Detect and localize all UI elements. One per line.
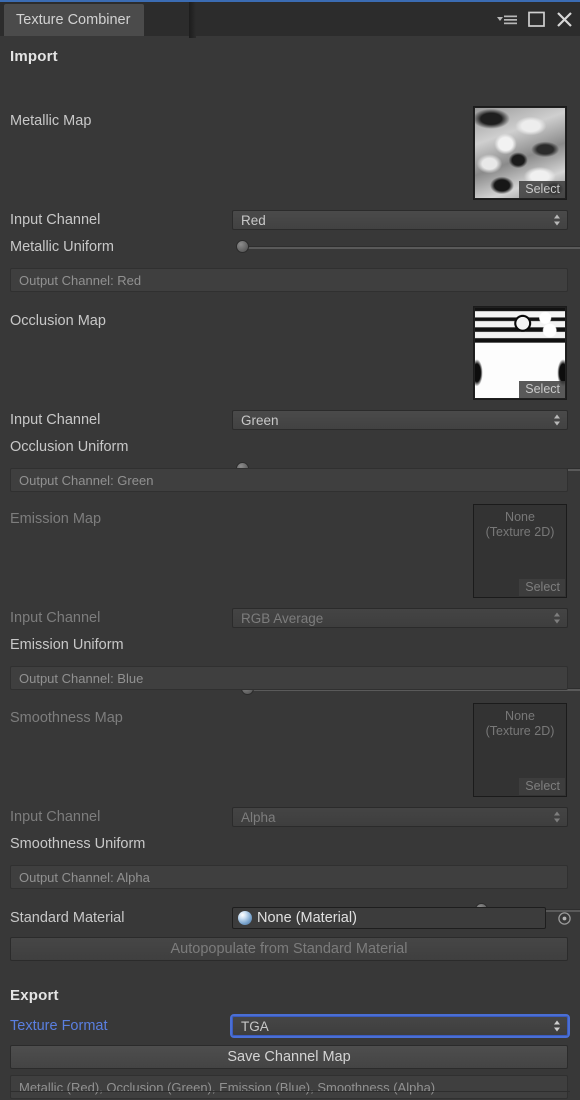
chevron-updown-icon — [553, 414, 561, 427]
slot-metallic: Metallic Map Select Input Channel Red Me… — [10, 36, 570, 58]
standard-material-value: None (Material) — [257, 910, 357, 926]
chevron-updown-icon — [553, 214, 561, 227]
texture-format-label: Texture Format — [10, 1018, 108, 1034]
occlusion-map-texture-field[interactable]: Select — [473, 306, 567, 400]
occlusion-input-channel-value: Green — [241, 413, 279, 428]
metallic-output-channel-box: Output Channel: Red — [10, 268, 568, 292]
emission-map-none-label: None(Texture 2D) — [474, 510, 566, 540]
emission-uniform-label: Emission Uniform — [10, 637, 124, 653]
emission-input-channel-value: RGB Average — [241, 611, 323, 626]
smoothness-map-label: Smoothness Map — [10, 710, 123, 726]
emission-map-texture-field[interactable]: None(Texture 2D) Select — [473, 504, 567, 598]
slot-occlusion: Occlusion Map Select Input Channel Green… — [10, 58, 570, 80]
smoothness-input-channel-label: Input Channel — [10, 809, 100, 825]
smoothness-uniform-label: Smoothness Uniform — [10, 836, 145, 852]
emission-output-channel-label: Output Channel: Blue — [19, 671, 143, 686]
standard-material-object-field[interactable]: None (Material) — [232, 907, 546, 929]
save-channel-map-label: Save Channel Map — [227, 1049, 350, 1065]
maximize-icon[interactable] — [528, 11, 545, 27]
tab-label: Texture Combiner — [16, 12, 130, 28]
smoothness-input-channel-value: Alpha — [241, 810, 276, 825]
metallic-output-channel-label: Output Channel: Red — [19, 273, 141, 288]
smoothness-map-none-label: None(Texture 2D) — [474, 709, 566, 739]
metallic-map-select-button[interactable]: Select — [519, 181, 565, 198]
tab-texture-combiner[interactable]: Texture Combiner — [4, 4, 144, 36]
export-summary-label: Metallic (Red), Occlusion (Green), Emiss… — [19, 1080, 435, 1095]
tab-shadow — [189, 2, 196, 38]
texture-format-dropdown[interactable]: TGA — [232, 1016, 568, 1036]
target-picker-icon[interactable] — [556, 910, 572, 926]
chevron-updown-icon — [553, 811, 561, 824]
titlebar-actions — [497, 2, 573, 36]
emission-map-label: Emission Map — [10, 511, 101, 527]
metallic-input-channel-dropdown[interactable]: Red — [232, 210, 568, 230]
smoothness-map-select-button[interactable]: Select — [519, 778, 565, 795]
metallic-uniform-label: Metallic Uniform — [10, 239, 114, 255]
export-summary-box: Metallic (Red), Occlusion (Green), Emiss… — [10, 1075, 568, 1099]
chevron-updown-icon — [553, 612, 561, 625]
export-section-heading: Export — [10, 987, 59, 1004]
texture-format-value: TGA — [241, 1019, 269, 1034]
occlusion-output-channel-box: Output Channel: Green — [10, 468, 568, 492]
autopopulate-button[interactable]: Autopopulate from Standard Material — [10, 937, 568, 961]
emission-output-channel-box: Output Channel: Blue — [10, 666, 568, 690]
metallic-uniform-slider[interactable] — [242, 240, 580, 254]
smoothness-map-texture-field[interactable]: None(Texture 2D) Select — [473, 703, 567, 797]
metallic-input-channel-value: Red — [241, 213, 266, 228]
emission-input-channel-dropdown[interactable]: RGB Average — [232, 608, 568, 628]
emission-map-select-button[interactable]: Select — [519, 579, 565, 596]
standard-material-label: Standard Material — [10, 910, 124, 926]
metallic-map-texture-field[interactable]: Select — [473, 106, 567, 200]
smoothness-input-channel-dropdown[interactable]: Alpha — [232, 807, 568, 827]
slot-emission: Emission Map None(Texture 2D) Select Inp… — [10, 80, 570, 102]
occlusion-input-channel-label: Input Channel — [10, 412, 100, 428]
occlusion-input-channel-dropdown[interactable]: Green — [232, 410, 568, 430]
metallic-input-channel-label: Input Channel — [10, 212, 100, 228]
slider-knob[interactable] — [236, 240, 249, 253]
occlusion-output-channel-label: Output Channel: Green — [19, 473, 153, 488]
window-content: Import Metallic Map Select Input Channel… — [0, 36, 580, 1098]
occlusion-map-select-button[interactable]: Select — [519, 381, 565, 398]
hamburger-menu-icon[interactable] — [497, 13, 517, 26]
texture-combiner-window: Texture Combiner — [0, 0, 580, 1100]
window-titlebar: Texture Combiner — [0, 0, 580, 36]
chevron-updown-icon — [553, 1020, 561, 1033]
occlusion-uniform-label: Occlusion Uniform — [10, 439, 128, 455]
smoothness-output-channel-label: Output Channel: Alpha — [19, 870, 150, 885]
material-sphere-icon — [238, 911, 252, 925]
smoothness-output-channel-box: Output Channel: Alpha — [10, 865, 568, 889]
save-channel-map-button[interactable]: Save Channel Map — [10, 1045, 568, 1069]
emission-input-channel-label: Input Channel — [10, 610, 100, 626]
import-section-heading: Import — [10, 48, 58, 65]
metallic-map-label: Metallic Map — [10, 113, 91, 129]
slider-track — [242, 246, 580, 249]
autopopulate-button-label: Autopopulate from Standard Material — [171, 941, 408, 957]
bottom-divider — [10, 1091, 570, 1092]
occlusion-map-label: Occlusion Map — [10, 313, 106, 329]
close-icon[interactable] — [556, 11, 573, 28]
